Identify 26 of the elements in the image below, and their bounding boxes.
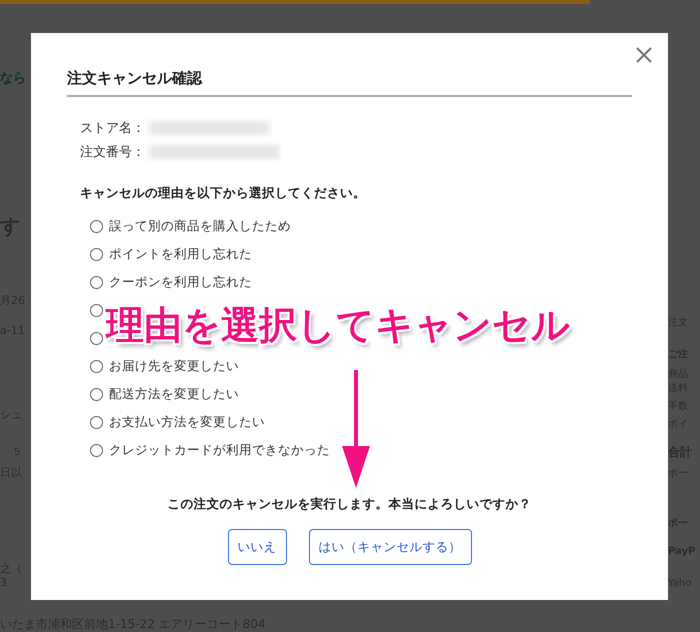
reason-label[interactable]: クレジットカードが利用できなかった	[109, 442, 330, 458]
radio-button[interactable]	[90, 332, 103, 344]
radio-button[interactable]	[90, 276, 103, 288]
radio-button[interactable]	[90, 388, 103, 400]
radio-button[interactable]	[90, 248, 103, 260]
dialog-button[interactable]: いいえ	[228, 529, 286, 565]
reason-label[interactable]: お支払い方法を変更したい	[109, 414, 265, 430]
field-label: ストア名：	[80, 120, 145, 137]
dialog-title: 注文キャンセル確認	[67, 69, 632, 97]
dialog-button[interactable]: はい（キャンセルする）	[308, 529, 472, 565]
reason-label[interactable]: クーポンを利用し忘れた	[109, 274, 252, 290]
radio-button[interactable]	[90, 360, 103, 372]
reason-label[interactable]: ポイントを利用し忘れた	[109, 246, 252, 262]
radio-button[interactable]	[90, 416, 103, 428]
reason-label[interactable]: 誤って別の商品を購入したため	[109, 218, 291, 234]
annotation-text: 理由を選択してキャンセル	[106, 302, 570, 349]
background-text: なら	[0, 70, 26, 88]
field-label: 注文番号：	[80, 144, 145, 161]
confirm-text: この注文のキャンセルを実行します。本当によろしいですか？	[166, 496, 532, 513]
radio-button[interactable]	[90, 444, 103, 456]
reason-label[interactable]: 配送方法を変更したい	[109, 386, 239, 402]
prompt-text: キャンセルの理由を以下から選択してください。	[79, 185, 367, 202]
radio-button[interactable]	[90, 220, 103, 232]
close-icon[interactable]	[636, 47, 652, 63]
reason-label[interactable]: お届け先を変更したい	[109, 358, 239, 374]
radio-button[interactable]	[90, 304, 103, 316]
